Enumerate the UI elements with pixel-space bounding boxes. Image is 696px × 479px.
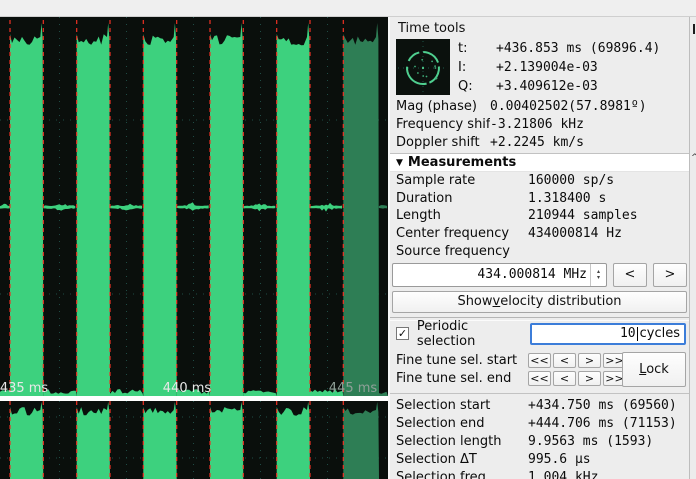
- t-value: +436.853 ms (69896.4): [496, 41, 689, 56]
- periodic-selection-label: Periodic selection: [417, 319, 530, 349]
- selection-end-row: Selection end +444.706 ms (71153): [390, 415, 689, 433]
- time-axis-label: 445 ms: [329, 381, 378, 396]
- waveform-display[interactable]: 435 ms 440 ms 445 ms: [0, 17, 388, 479]
- mag-phase-row: Mag (phase) 0.00402502(57.8981º): [390, 97, 689, 115]
- top-toolbar-strip: [0, 0, 696, 17]
- text-cursor: [637, 327, 638, 341]
- selection-start-row: Selection start +434.750 ms (69560): [390, 397, 689, 415]
- duration-row: Duration 1.318400 s: [390, 190, 689, 208]
- frequency-spinbox[interactable]: 434.000814 MHz ▴ ▾: [392, 263, 607, 287]
- prev-frequency-button[interactable]: <: [613, 263, 647, 287]
- spinbox-arrows[interactable]: ▴ ▾: [590, 264, 606, 286]
- cursor-time-row: t: +436.853 ms (69896.4): [454, 39, 689, 58]
- selection-delta-t-row: Selection ΔT 995.6 µs: [390, 451, 689, 469]
- start-step-back-button[interactable]: <: [553, 353, 576, 368]
- source-frequency-row: Source frequency: [390, 242, 689, 260]
- clipped-text-fragment: [693, 24, 695, 34]
- t-label: t:: [458, 41, 496, 56]
- measurements-section-header[interactable]: ▼ Measurements: [390, 153, 689, 172]
- frequency-value: 434.000814 MHz: [393, 267, 590, 282]
- scroll-up-icon[interactable]: ^: [691, 153, 696, 163]
- check-icon: ✓: [398, 328, 407, 339]
- selection-length-row: Selection length 9.9563 ms (1593): [390, 433, 689, 451]
- collapse-arrow-icon: ▼: [396, 158, 403, 168]
- lock-button[interactable]: Lock: [622, 352, 686, 387]
- time-tools-title: Time tools: [390, 21, 689, 37]
- sample-rate-row: Sample rate 160000 sp/s: [390, 172, 689, 190]
- next-frequency-button[interactable]: >: [653, 263, 687, 287]
- frequency-shift-row: Frequency shift -3.21806 kHz: [390, 115, 689, 133]
- q-label: Q:: [458, 79, 496, 94]
- time-tools-panel: Time tools t: +436.853 ms (69896.4) I: +…: [388, 17, 689, 479]
- start-step-forward-button[interactable]: >: [578, 353, 601, 368]
- cursor-i-row: I: +2.139004e-03: [454, 58, 689, 77]
- end-step-back-button[interactable]: <: [553, 371, 576, 386]
- q-value: +3.409612e-03: [496, 79, 689, 94]
- partial-panel-sliver: ^: [689, 17, 696, 479]
- show-velocity-distribution-button[interactable]: Show velocity distribution: [392, 291, 687, 313]
- cursor-q-row: Q: +3.409612e-03: [454, 77, 689, 96]
- end-step-forward-button[interactable]: >: [578, 371, 601, 386]
- cycles-input[interactable]: 10 cycles: [530, 323, 686, 345]
- cycles-value: 10: [620, 326, 636, 341]
- time-axis-label: 440 ms: [163, 381, 212, 396]
- time-window: 435 ms 440 ms 445 ms Time tools t: +436.85…: [0, 0, 696, 479]
- start-step-back-fast-button[interactable]: <<: [528, 353, 551, 368]
- i-label: I:: [458, 60, 496, 75]
- selection-freq-row: Selection freq 1.004 kHz: [390, 469, 689, 479]
- cycles-suffix: cycles: [640, 326, 680, 341]
- periodic-selection-row: ✓ Periodic selection 10 cycles: [390, 322, 689, 346]
- measurements-title: Measurements: [408, 155, 516, 170]
- length-row: Length 210944 samples: [390, 207, 689, 225]
- center-frequency-row: Center frequency 434000814 Hz: [390, 225, 689, 243]
- time-axis-label: 435 ms: [0, 381, 48, 396]
- doppler-shift-row: Doppler shift +2.2245 km/s: [390, 133, 689, 151]
- separator-line: [390, 393, 689, 394]
- periodic-selection-checkbox[interactable]: ✓: [396, 327, 409, 340]
- iq-constellation-thumbnail: [396, 39, 450, 95]
- spin-down-icon[interactable]: ▾: [597, 275, 600, 281]
- i-value: +2.139004e-03: [496, 60, 689, 75]
- panel-separator: [0, 396, 388, 401]
- waveform-svg[interactable]: 435 ms 440 ms 445 ms: [0, 17, 388, 479]
- end-step-back-fast-button[interactable]: <<: [528, 371, 551, 386]
